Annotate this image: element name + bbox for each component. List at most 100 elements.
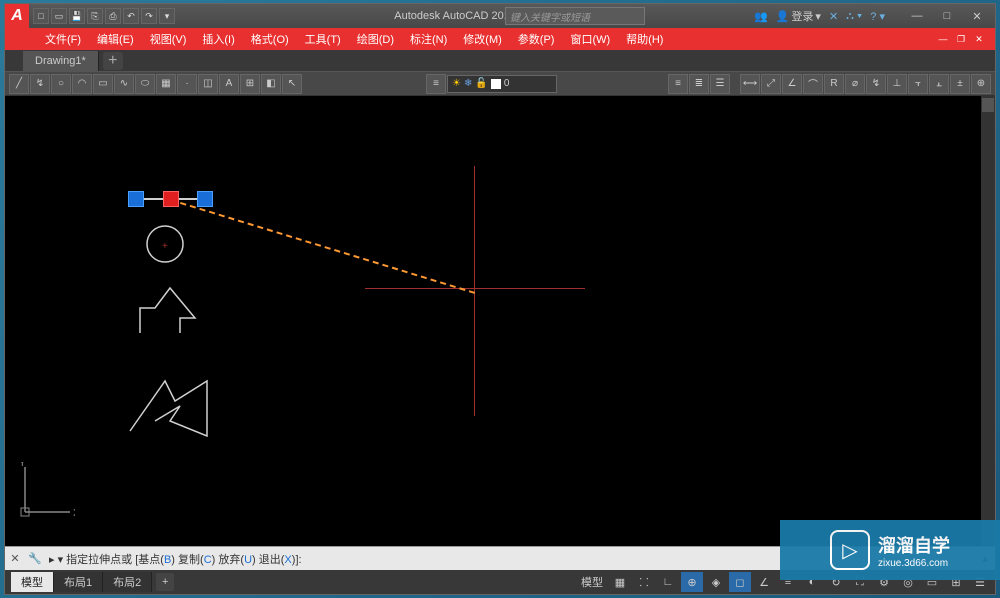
dim-ord-icon[interactable]: ⊥ (887, 74, 907, 94)
menu-format[interactable]: 格式(O) (243, 28, 297, 50)
menubar: 文件(F) 编辑(E) 视图(V) 插入(I) 格式(O) 工具(T) 绘图(D… (5, 28, 995, 50)
grip-mid[interactable] (163, 191, 179, 207)
qat-more-icon[interactable]: ▾ (159, 8, 175, 24)
titlebar: A □ ▭ 💾 ⎘ ⎙ ↶ ↷ ▾ Autodesk AutoCAD 2017 … (5, 4, 995, 28)
grid-icon[interactable]: ▦ (609, 572, 631, 592)
cmd-config-icon[interactable]: 🔧 (25, 549, 45, 569)
arrow-shape[interactable] (135, 278, 205, 338)
layout-tab-1[interactable]: 布局1 (54, 572, 103, 592)
menu-draw[interactable]: 绘图(D) (349, 28, 402, 50)
grip-start[interactable] (128, 191, 144, 207)
rect-icon[interactable]: ▭ (93, 74, 113, 94)
layout-tab-model[interactable]: 模型 (11, 572, 54, 592)
qat-undo-icon[interactable]: ↶ (123, 8, 139, 24)
dim-center-icon[interactable]: ⊕ (971, 74, 991, 94)
block-icon[interactable]: ◫ (198, 74, 218, 94)
menu-help[interactable]: 帮助(H) (618, 28, 671, 50)
dim-linear-icon[interactable]: ⟷ (740, 74, 760, 94)
qat-save-icon[interactable]: 💾 (69, 8, 85, 24)
ortho-icon[interactable]: ∟ (657, 572, 679, 592)
menu-edit[interactable]: 编辑(E) (89, 28, 142, 50)
point-icon[interactable]: · (177, 74, 197, 94)
prop2-icon[interactable]: ≣ (689, 74, 709, 94)
menu-modify[interactable]: 修改(M) (455, 28, 510, 50)
cmd-opt-copy[interactable]: 复制(C) (178, 554, 215, 566)
layer-props-icon[interactable]: ≡ (426, 74, 446, 94)
add-tab-button[interactable]: + (103, 52, 123, 70)
menu-view[interactable]: 视图(V) (142, 28, 195, 50)
otrack-icon[interactable]: ∠ (753, 572, 775, 592)
qat-new-icon[interactable]: □ (33, 8, 49, 24)
circle-icon[interactable]: ○ (51, 74, 71, 94)
polar-icon[interactable]: ⊕ (681, 572, 703, 592)
dim-jog-icon[interactable]: ↯ (866, 74, 886, 94)
qat-plot-icon[interactable]: ⎙ (105, 8, 121, 24)
document-tab[interactable]: Drawing1* (23, 51, 99, 71)
layout-tab-2[interactable]: 布局2 (103, 572, 152, 592)
menu-dim[interactable]: 标注(N) (402, 28, 455, 50)
doc-close-icon[interactable]: ✕ (971, 32, 987, 46)
login-button[interactable]: 👤 登录 ▾ (776, 8, 821, 24)
search-input[interactable]: 键入关键字或短语 (505, 7, 645, 25)
qat-saveas-icon[interactable]: ⎘ (87, 8, 103, 24)
cmd-opt-base[interactable]: 基点(B) (138, 554, 175, 566)
snap-icon[interactable]: ⸬ (633, 572, 655, 592)
dim-diameter-icon[interactable]: ⌀ (845, 74, 865, 94)
dim-radius-icon[interactable]: R (824, 74, 844, 94)
dim-base-icon[interactable]: ⫟ (908, 74, 928, 94)
layout-add-button[interactable]: + (156, 573, 174, 591)
layer-dropdown[interactable]: ☀❄🔓 0 (447, 75, 557, 93)
minimize-button[interactable]: — (903, 7, 931, 25)
polyline-icon[interactable]: ↯ (30, 74, 50, 94)
menu-param[interactable]: 参数(P) (510, 28, 563, 50)
drawing-canvas[interactable]: + X Y (5, 96, 995, 546)
doc-restore-icon[interactable]: ❐ (953, 32, 969, 46)
dim-angular-icon[interactable]: ∠ (782, 74, 802, 94)
text-icon[interactable]: A (219, 74, 239, 94)
cmd-opt-exit[interactable]: 退出(X) (259, 554, 296, 566)
a360-icon[interactable]: ⛬ ▾ (846, 10, 862, 23)
qat-open-icon[interactable]: ▭ (51, 8, 67, 24)
infocenter-search-icon[interactable]: 👥 (754, 10, 768, 23)
status-model-label[interactable]: 模型 (577, 574, 607, 590)
hatch-icon[interactable]: ▦ (156, 74, 176, 94)
dim-aligned-icon[interactable]: ⤢ (761, 74, 781, 94)
rubber-band (170, 199, 475, 294)
iso-icon[interactable]: ◈ (705, 572, 727, 592)
qat-redo-icon[interactable]: ↷ (141, 8, 157, 24)
table-icon[interactable]: ⊞ (240, 74, 260, 94)
watermark-logo-icon: ▷ (830, 530, 870, 570)
dim-arc-icon[interactable]: ⌒ (803, 74, 823, 94)
draw-tools: ╱ ↯ ○ ◠ ▭ ∿ ⬭ ▦ · ◫ A ⊞ ◧ ↖ (9, 74, 302, 94)
ellipse-icon[interactable]: ⬭ (135, 74, 155, 94)
close-button[interactable]: ✕ (963, 7, 991, 25)
menu-insert[interactable]: 插入(I) (194, 28, 242, 50)
crosshair-h (365, 288, 585, 289)
menu-tools[interactable]: 工具(T) (297, 28, 349, 50)
spline-icon[interactable]: ∿ (114, 74, 134, 94)
app-logo[interactable]: A (5, 4, 29, 28)
cmd-opt-undo[interactable]: 放弃(U) (218, 554, 255, 566)
osnap-icon[interactable]: ◻ (729, 572, 751, 592)
dim-cont-icon[interactable]: ⫠ (929, 74, 949, 94)
zigzag-shape[interactable] (125, 376, 225, 446)
app-window: A □ ▭ 💾 ⎘ ⎙ ↶ ↷ ▾ Autodesk AutoCAD 2017 … (4, 3, 996, 595)
menu-window[interactable]: 窗口(W) (562, 28, 618, 50)
maximize-button[interactable]: □ (933, 7, 961, 25)
cmd-close-icon[interactable]: ✕ (5, 549, 25, 569)
app-name: Autodesk AutoCAD 2017 (394, 10, 516, 22)
region-icon[interactable]: ◧ (261, 74, 281, 94)
help-icon[interactable]: ? ▾ (870, 10, 885, 23)
prop1-icon[interactable]: ≡ (668, 74, 688, 94)
prop3-icon[interactable]: ☰ (710, 74, 730, 94)
cursor-icon[interactable]: ↖ (282, 74, 302, 94)
exchange-icon[interactable]: ✕ (829, 10, 838, 23)
doc-minimize-icon[interactable]: — (935, 32, 951, 46)
grip-end[interactable] (197, 191, 213, 207)
dim-tol-icon[interactable]: ± (950, 74, 970, 94)
menu-file[interactable]: 文件(F) (37, 28, 89, 50)
watermark-brand: 溜溜自学 (878, 532, 950, 558)
scrollbar-vertical[interactable] (981, 96, 995, 546)
arc-icon[interactable]: ◠ (72, 74, 92, 94)
line-icon[interactable]: ╱ (9, 74, 29, 94)
